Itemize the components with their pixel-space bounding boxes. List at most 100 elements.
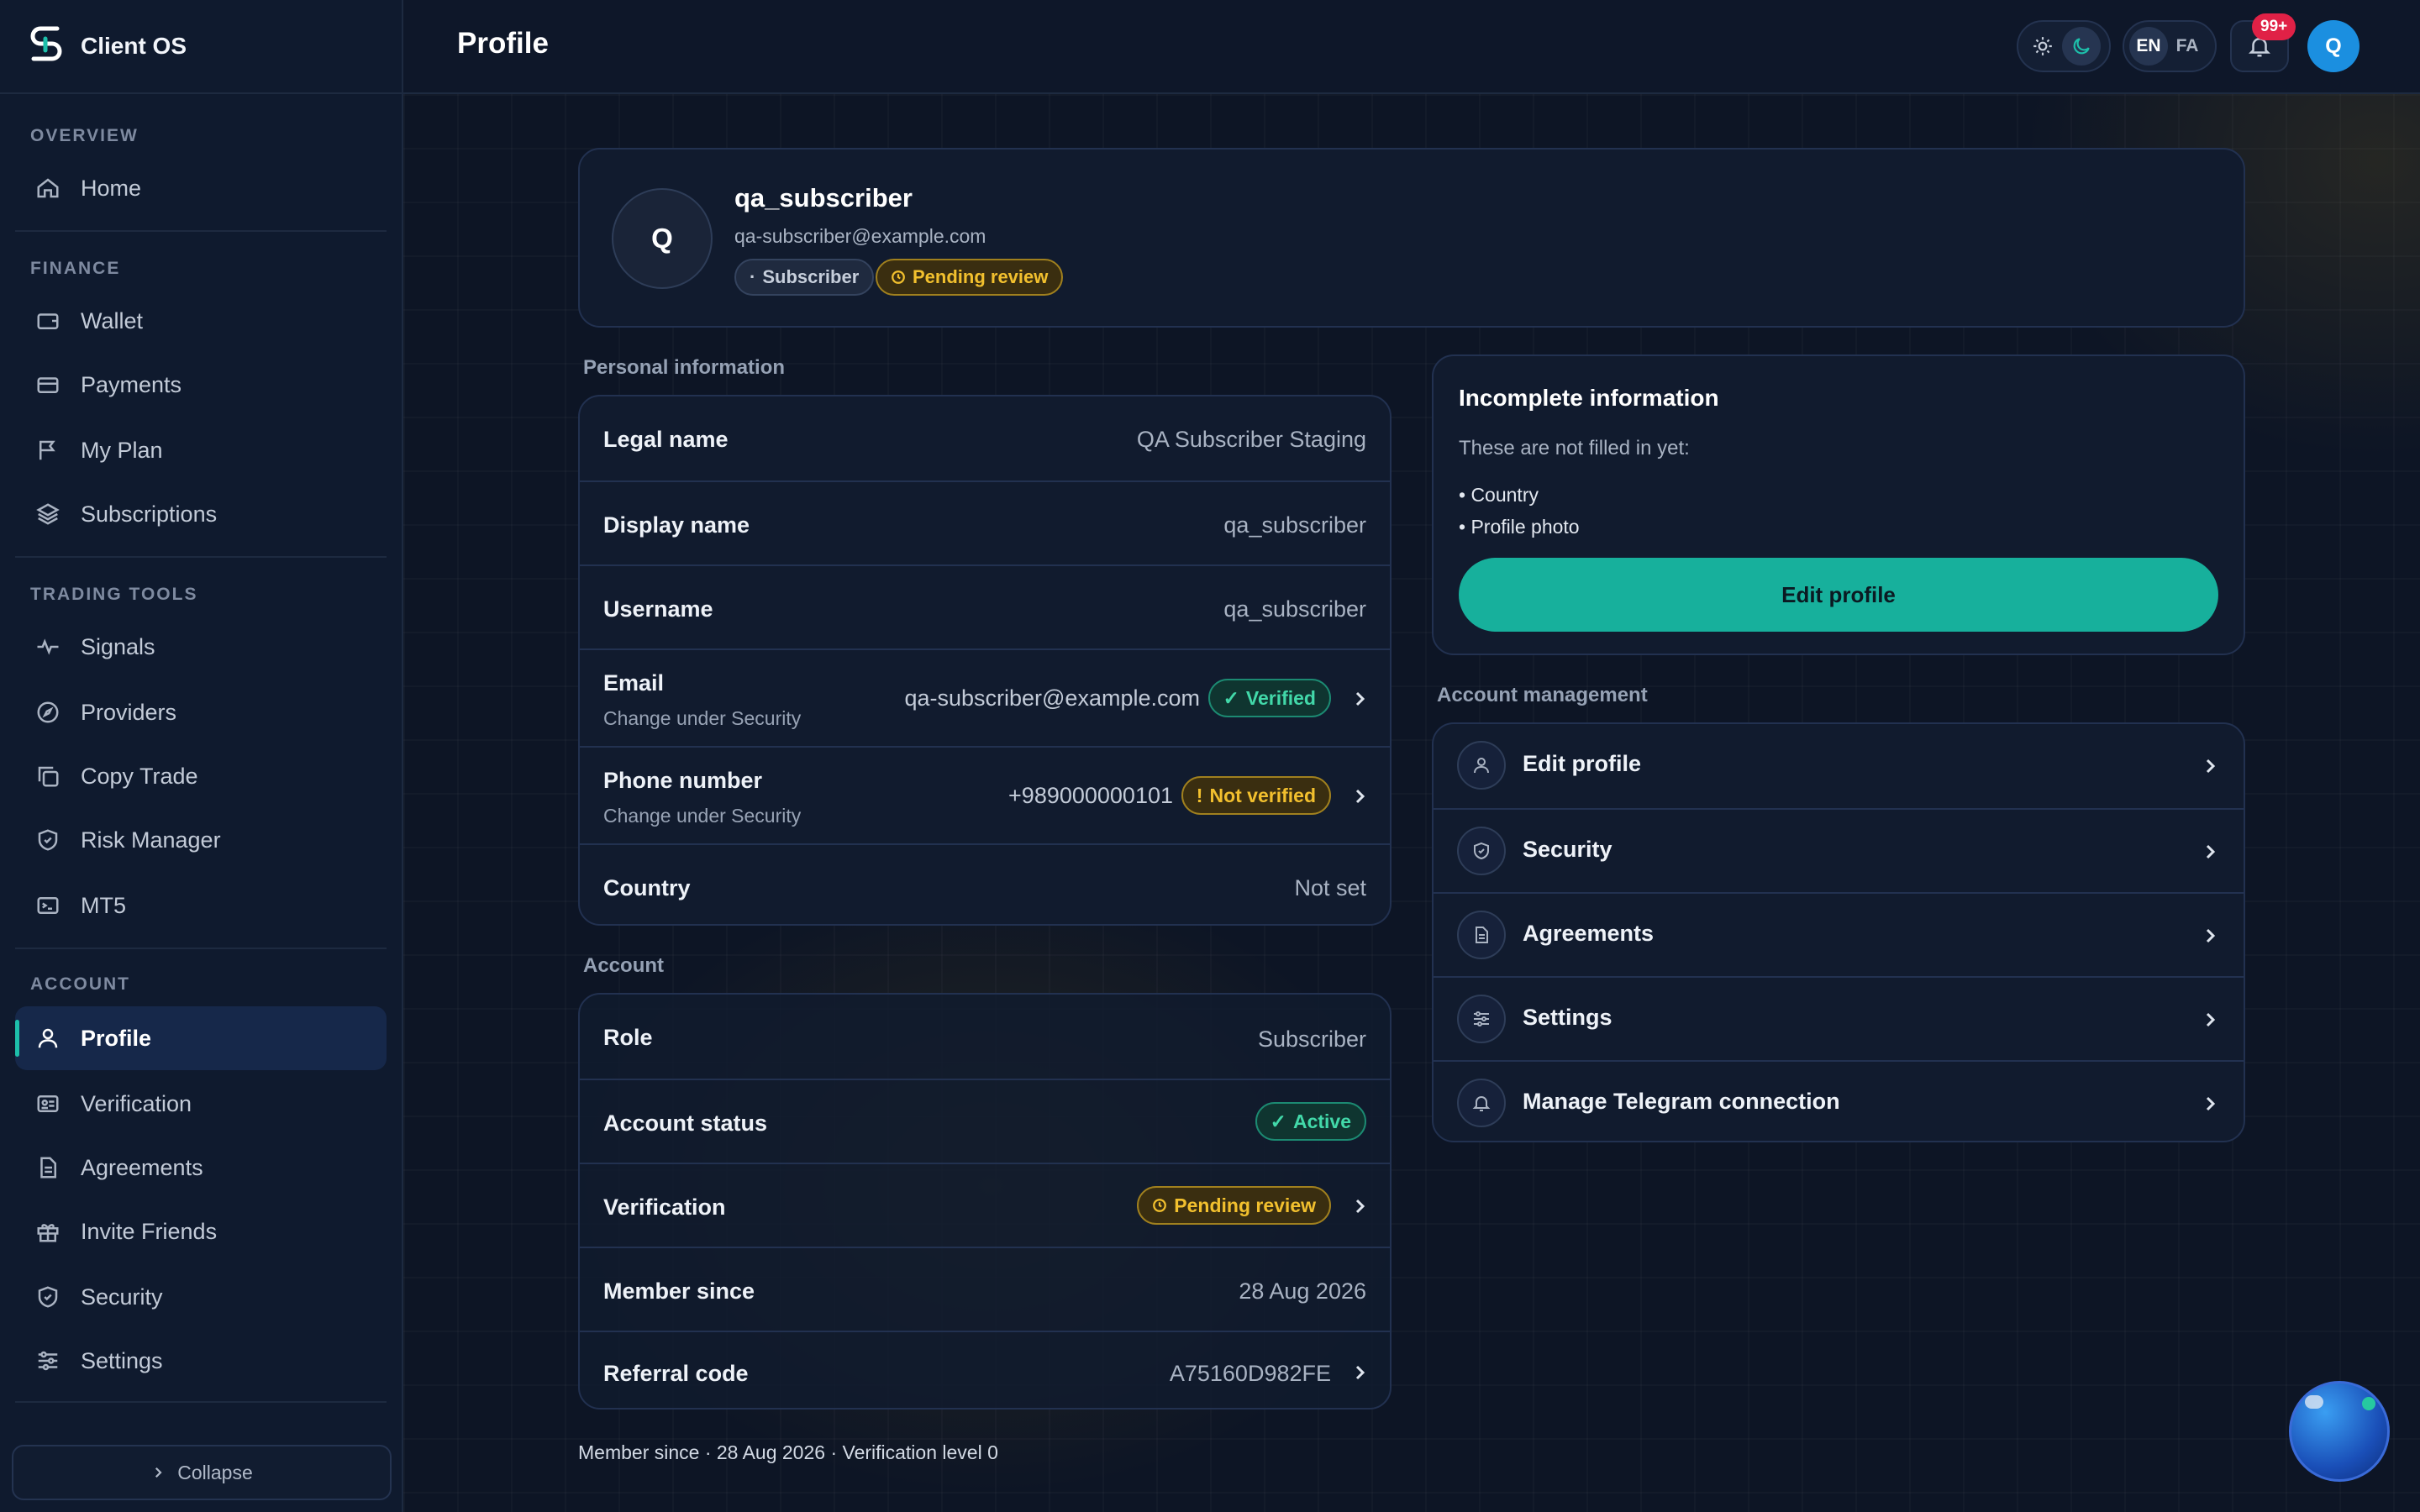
missing-item: • Country xyxy=(1459,484,1539,506)
sidebar-item-label: Copy Trade xyxy=(81,763,198,789)
page-title: Profile xyxy=(457,27,549,60)
chevron-right-icon xyxy=(2206,844,2216,859)
sidebar-item-label: Profile xyxy=(81,1025,152,1051)
row-label: Username xyxy=(603,596,713,622)
mgmt-item-agreements[interactable]: Agreements xyxy=(1434,892,2244,976)
sidebar-item-settings[interactable]: Settings xyxy=(15,1329,387,1393)
sidebar-item-label: MT5 xyxy=(81,892,126,918)
badge-label: Pending review xyxy=(1174,1194,1316,1216)
sidebar-item-label: Risk Manager xyxy=(81,827,221,853)
chevron-right-icon xyxy=(1355,789,1365,804)
mgmt-item-label: Security xyxy=(1523,837,1612,862)
sidebar-item-wallet[interactable]: Wallet xyxy=(15,289,387,353)
section-title-overview: OVERVIEW xyxy=(30,126,139,145)
sidebar-item-copy-trade[interactable]: Copy Trade xyxy=(15,744,387,808)
row-value: qa_subscriber xyxy=(1223,512,1366,538)
row-phone[interactable]: Phone number Change under Security +9890… xyxy=(580,746,1390,843)
sidebar-item-label: Settings xyxy=(81,1347,163,1373)
card-icon xyxy=(34,370,62,399)
app-name: Client OS xyxy=(81,33,187,59)
section-title-personal: Personal information xyxy=(583,356,786,379)
sidebar-item-label: Signals xyxy=(81,633,155,659)
section-title-management: Account management xyxy=(1437,684,1648,706)
collapse-button[interactable]: Collapse xyxy=(12,1445,392,1500)
row-value: 28 Aug 2026 xyxy=(1239,1278,1366,1304)
assistant-globe-button[interactable] xyxy=(2289,1381,2390,1482)
terminal-icon xyxy=(34,891,62,920)
chevron-right-icon xyxy=(2206,759,2216,774)
sidebar-item-label: Invite Friends xyxy=(81,1218,218,1244)
sidebar-item-verification[interactable]: Verification xyxy=(15,1072,387,1136)
badge-label: Not verified xyxy=(1209,784,1316,806)
row-label: Phone number xyxy=(603,768,763,793)
sliders-icon xyxy=(1457,995,1506,1043)
collapse-label: Collapse xyxy=(177,1461,253,1483)
shield-icon xyxy=(34,826,62,854)
sidebar-item-subscriptions[interactable]: Subscriptions xyxy=(15,482,387,546)
sidebar-item-invite-friends[interactable]: Invite Friends xyxy=(15,1200,387,1263)
shield-check-icon xyxy=(1457,827,1506,875)
mgmt-item-settings[interactable]: Settings xyxy=(1434,976,2244,1060)
row-label: Verification xyxy=(603,1194,726,1220)
sidebar-item-agreements[interactable]: Agreements xyxy=(15,1136,387,1200)
row-label: Country xyxy=(603,875,691,900)
row-account-status: Account status ✓ Active xyxy=(580,1079,1390,1163)
sidebar-item-signals[interactable]: Signals xyxy=(15,615,387,679)
row-verification[interactable]: Verification Pending review xyxy=(580,1163,1390,1247)
layers-icon xyxy=(34,500,62,528)
badge-label: Verified xyxy=(1245,686,1316,709)
account-info-card: Role Subscriber Account status ✓ Active … xyxy=(578,993,1392,1410)
row-email[interactable]: Email Change under Security qa-subscribe… xyxy=(580,648,1390,746)
section-title-trading-tools: TRADING TOOLS xyxy=(30,585,198,604)
mgmt-item-label: Edit profile xyxy=(1523,751,1641,776)
chevron-right-icon xyxy=(2206,1012,2216,1027)
role-badge-label: Subscriber xyxy=(762,266,860,287)
mgmt-item-telegram[interactable]: Manage Telegram connection xyxy=(1434,1060,2244,1141)
sidebar-item-security[interactable]: Security xyxy=(15,1265,387,1329)
lang-en-button[interactable]: EN xyxy=(2129,27,2168,66)
sidebar-item-label: Agreements xyxy=(81,1154,203,1180)
user-avatar-button[interactable]: Q xyxy=(2307,20,2360,72)
row-label: Role xyxy=(603,1025,653,1050)
sidebar-item-risk-manager[interactable]: Risk Manager xyxy=(15,808,387,872)
sidebar-item-my-plan[interactable]: My Plan xyxy=(15,418,387,482)
row-referral-code[interactable]: Referral code A75160D982FE xyxy=(580,1331,1390,1408)
row-value: +989000000101 xyxy=(1008,783,1173,808)
moon-icon xyxy=(2070,35,2092,57)
mgmt-item-label: Manage Telegram connection xyxy=(1523,1089,1840,1114)
row-role: Role Subscriber xyxy=(580,995,1390,1079)
incomplete-title: Incomplete information xyxy=(1459,385,1719,411)
missing-item: • Profile photo xyxy=(1459,516,1580,538)
clock-icon xyxy=(891,270,906,285)
brand[interactable]: Client OS xyxy=(0,0,402,94)
mgmt-item-security[interactable]: Security xyxy=(1434,808,2244,892)
sidebar-item-profile[interactable]: Profile xyxy=(15,1006,387,1070)
notifications-button[interactable]: 99+ xyxy=(2230,13,2296,72)
sidebar-item-label: My Plan xyxy=(81,437,163,463)
row-label: Referral code xyxy=(603,1361,749,1386)
theme-toggle xyxy=(2017,20,2111,72)
mgmt-item-label: Settings xyxy=(1523,1005,1612,1030)
wallet-icon xyxy=(34,307,62,335)
account-management-card: Edit profile Security Agreements Setting… xyxy=(1432,722,2245,1142)
sidebar-item-home[interactable]: Home xyxy=(15,156,387,220)
sidebar-item-payments[interactable]: Payments xyxy=(15,353,387,417)
row-label: Display name xyxy=(603,512,750,538)
section-title-finance: FINANCE xyxy=(30,259,121,278)
row-legal-name: Legal name QA Subscriber Staging xyxy=(580,396,1390,480)
row-label: Email xyxy=(603,670,665,696)
lang-fa-button[interactable]: FA xyxy=(2168,27,2207,66)
edit-profile-button[interactable]: Edit profile xyxy=(1459,558,2218,632)
mgmt-item-label: Agreements xyxy=(1523,921,1655,946)
chevron-right-icon xyxy=(1355,691,1365,706)
row-value: qa-subscriber@example.com xyxy=(904,685,1200,711)
mgmt-item-edit-profile[interactable]: Edit profile xyxy=(1434,724,2244,808)
sidebar: Client OS OVERVIEW Home FINANCE Wallet P… xyxy=(0,0,403,1512)
verified-badge: ✓ Verified xyxy=(1207,679,1331,717)
dark-theme-button[interactable] xyxy=(2062,27,2101,66)
gift-icon xyxy=(34,1217,62,1246)
sidebar-item-mt5[interactable]: MT5 xyxy=(15,874,387,937)
sidebar-item-providers[interactable]: Providers xyxy=(15,680,387,744)
sun-icon xyxy=(2032,35,2054,57)
light-theme-button[interactable] xyxy=(2023,27,2062,66)
